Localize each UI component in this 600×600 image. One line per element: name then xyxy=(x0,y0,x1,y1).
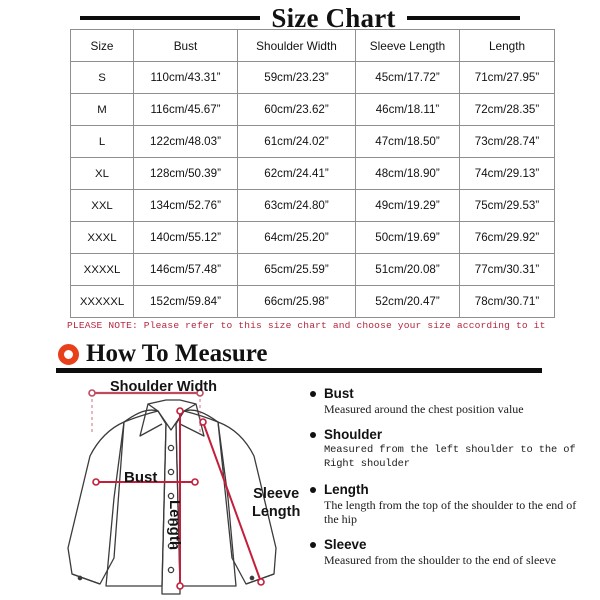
callout-length: Length xyxy=(166,500,183,550)
cell-sleeve: 52cm/20.47” xyxy=(355,285,460,318)
column-header-shoulder: Shoulder Width xyxy=(237,29,356,62)
table-row: S 110cm/43.31” 59cm/23.23” 45cm/17.72” 7… xyxy=(70,61,555,94)
how-to-measure-title: How To Measure xyxy=(86,340,268,367)
cell-length: 74cm/29.13” xyxy=(459,157,555,190)
cell-bust: 152cm/59.84” xyxy=(133,285,238,318)
cell-shoulder: 60cm/23.62” xyxy=(237,93,356,126)
list-item: Bust Measured around the chest position … xyxy=(310,386,590,416)
cell-bust: 116cm/45.67” xyxy=(133,93,238,126)
page-title: Size Chart xyxy=(271,3,396,33)
column-header-size: Size xyxy=(70,29,134,62)
cell-size: XXXL xyxy=(70,221,134,254)
callout-sleeve-line2: Length xyxy=(252,504,301,520)
size-chart-page: Size Chart Size Bust Shoulder Width Slee… xyxy=(0,0,600,600)
bullet-dot-icon xyxy=(310,431,316,438)
size-chart-table: Size Bust Shoulder Width Sleeve Length L… xyxy=(70,29,555,318)
measure-description: Measured from the shoulder to the end of… xyxy=(324,553,556,567)
cell-shoulder: 63cm/24.80” xyxy=(237,189,356,222)
measure-item-bust: Bust xyxy=(310,386,590,401)
column-header-bust: Bust xyxy=(133,29,238,62)
ring-icon xyxy=(58,343,79,365)
cell-sleeve: 49cm/19.29” xyxy=(355,189,460,222)
cell-size: XL xyxy=(70,157,134,190)
cell-sleeve: 48cm/18.90” xyxy=(355,157,460,190)
cell-length: 72cm/28.35” xyxy=(459,93,555,126)
measure-description-list: Bust Measured around the chest position … xyxy=(310,386,590,578)
cell-shoulder: 64cm/25.20” xyxy=(237,221,356,254)
measure-item-sleeve: Sleeve xyxy=(310,537,590,552)
cell-bust: 122cm/48.03” xyxy=(133,125,238,158)
cell-sleeve: 47cm/18.50” xyxy=(355,125,460,158)
cell-sleeve: 51cm/20.08” xyxy=(355,253,460,286)
cell-sleeve: 50cm/19.69” xyxy=(355,221,460,254)
please-note-text: PLEASE NOTE: Please refer to this size c… xyxy=(67,320,546,331)
measure-label: Bust xyxy=(324,386,354,401)
chart-title-row: Size Chart xyxy=(0,4,600,32)
cell-sleeve: 45cm/17.72” xyxy=(355,61,460,94)
measure-label: Length xyxy=(324,482,369,497)
cell-size: XXXXXL xyxy=(70,285,134,318)
measure-description: The length from the top of the shoulder … xyxy=(324,498,577,526)
table-row: XL 128cm/50.39” 62cm/24.41” 48cm/18.90” … xyxy=(70,157,555,190)
measure-label: Shoulder xyxy=(324,427,383,442)
cell-size: M xyxy=(70,93,134,126)
callout-sleeve-line1: Sleeve xyxy=(253,486,300,502)
title-rule-right xyxy=(406,16,520,20)
column-header-length: Length xyxy=(459,29,555,62)
table-row: M 116cm/45.67” 60cm/23.62” 46cm/18.11” 7… xyxy=(70,93,555,126)
measure-item-shoulder: Shoulder xyxy=(310,427,590,442)
cell-size: XXL xyxy=(70,189,134,222)
cell-length: 77cm/30.31” xyxy=(459,253,555,286)
table-row: XXXXL 146cm/57.48” 65cm/25.59” 51cm/20.0… xyxy=(70,253,555,286)
cell-length: 78cm/30.71” xyxy=(459,285,555,318)
cell-sleeve: 46cm/18.11” xyxy=(355,93,460,126)
table-row: XXXL 140cm/55.12” 64cm/25.20” 50cm/19.69… xyxy=(70,221,555,254)
callout-sleeve-length: Sleeve Length xyxy=(252,485,300,521)
cell-bust: 110cm/43.31” xyxy=(133,61,238,94)
bullet-dot-icon xyxy=(310,486,316,493)
cell-shoulder: 61cm/24.02” xyxy=(237,125,356,158)
cell-size: S xyxy=(70,61,134,94)
list-item: Shoulder Measured from the left shoulder… xyxy=(310,427,590,471)
section-divider-bar xyxy=(56,368,542,373)
cell-shoulder: 62cm/24.41” xyxy=(237,157,356,190)
how-to-measure-heading: How To Measure xyxy=(58,341,268,367)
column-header-sleeve: Sleeve Length xyxy=(355,29,460,62)
cell-shoulder: 59cm/23.23” xyxy=(237,61,356,94)
bullet-dot-icon xyxy=(310,390,316,397)
cell-shoulder: 65cm/25.59” xyxy=(237,253,356,286)
cell-bust: 128cm/50.39” xyxy=(133,157,238,190)
list-item: Sleeve Measured from the shoulder to the… xyxy=(310,537,590,567)
cell-shoulder: 66cm/25.98” xyxy=(237,285,356,318)
cell-size: XXXXL xyxy=(70,253,134,286)
list-item: Length The length from the top of the sh… xyxy=(310,482,590,526)
table-header-row: Size Bust Shoulder Width Sleeve Length L… xyxy=(70,29,555,62)
table-row: L 122cm/48.03” 61cm/24.02” 47cm/18.50” 7… xyxy=(70,125,555,158)
cell-bust: 140cm/55.12” xyxy=(133,221,238,254)
bullet-dot-icon xyxy=(310,541,316,548)
measure-description: Measured around the chest position value xyxy=(324,402,524,416)
title-rule-left xyxy=(80,16,261,20)
cell-size: L xyxy=(70,125,134,158)
cell-length: 73cm/28.74” xyxy=(459,125,555,158)
table-row: XXXXXL 152cm/59.84” 66cm/25.98” 52cm/20.… xyxy=(70,285,555,318)
cell-bust: 146cm/57.48” xyxy=(133,253,238,286)
measure-label: Sleeve xyxy=(324,537,367,552)
callout-shoulder-width: Shoulder Width xyxy=(110,379,217,395)
cell-length: 71cm/27.95” xyxy=(459,61,555,94)
measure-description: Measured from the left shoulder to the o… xyxy=(324,444,576,470)
table-row: XXL 134cm/52.76” 63cm/24.80” 49cm/19.29”… xyxy=(70,189,555,222)
cell-length: 75cm/29.53” xyxy=(459,189,555,222)
measure-item-length: Length xyxy=(310,482,590,497)
callout-bust: Bust xyxy=(124,469,158,486)
cell-length: 76cm/29.92” xyxy=(459,221,555,254)
cell-bust: 134cm/52.76” xyxy=(133,189,238,222)
